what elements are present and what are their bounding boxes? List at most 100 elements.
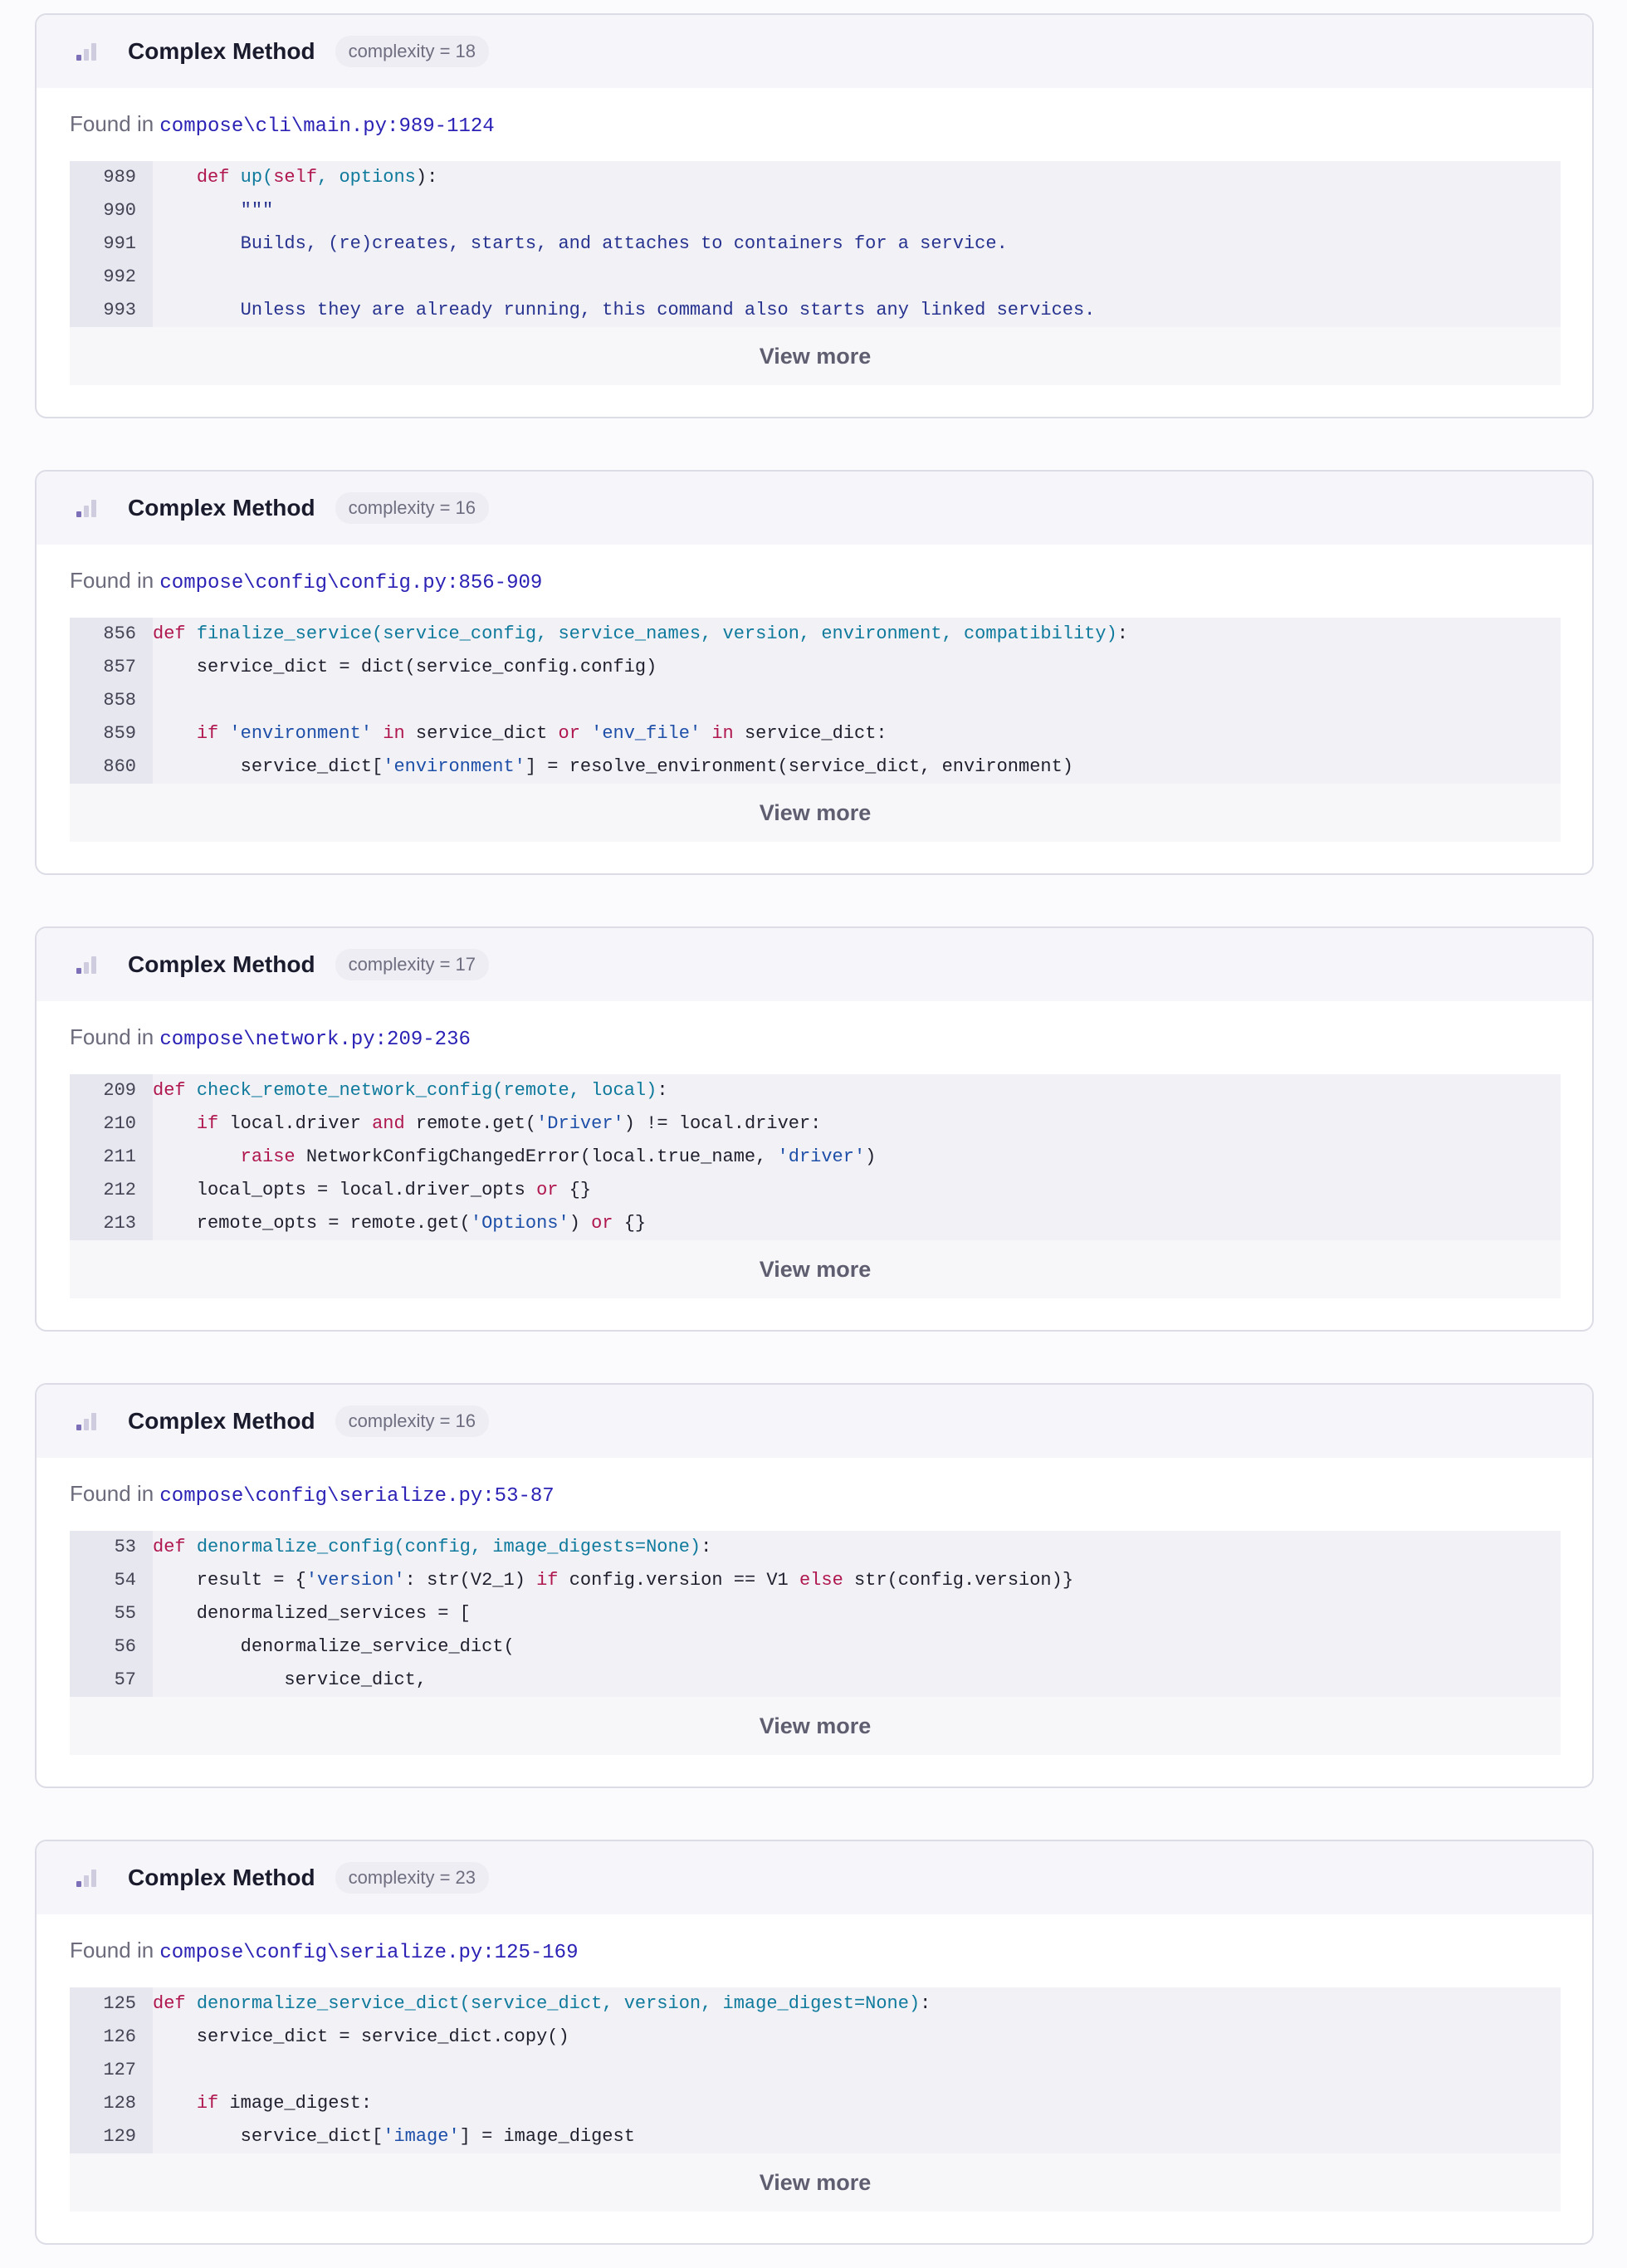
- code-token: :: [701, 1537, 712, 1557]
- severity-bars-icon: [76, 1869, 98, 1887]
- line-number: 858: [103, 690, 136, 711]
- line-number: 57: [114, 1669, 136, 1690]
- code-token: if: [196, 1113, 219, 1134]
- code-token: raise: [240, 1146, 296, 1167]
- code-line: 128 if image_digest:: [70, 2087, 1561, 2120]
- code-token: ] = resolve_environment(service_dict, en…: [525, 756, 1073, 777]
- file-location-link[interactable]: compose\config\serialize.py:125-169: [159, 1942, 578, 1964]
- code-token: config.version == V1: [558, 1570, 799, 1591]
- code-text: if 'environment' in service_dict or 'env…: [153, 717, 887, 750]
- code-token: denormalized_services = [: [153, 1603, 471, 1624]
- code-text: service_dict['image'] = image_digest: [153, 2120, 635, 2153]
- code-text: local_opts = local.driver_opts or {}: [153, 1174, 591, 1207]
- code-token: or: [536, 1180, 559, 1200]
- code-text: if local.driver and remote.get('Driver')…: [153, 1107, 822, 1141]
- code-token: in: [383, 723, 405, 744]
- view-more-button[interactable]: View more: [70, 327, 1561, 385]
- found-in-text: Found in compose\config\config.py:856-90…: [70, 568, 542, 594]
- complexity-badge: complexity = 18: [335, 36, 490, 67]
- found-in-label: Found in: [70, 568, 160, 593]
- code-token: 'Options': [470, 1213, 569, 1234]
- line-number: 859: [103, 723, 136, 744]
- code-line: 211 raise NetworkConfigChangedError(loca…: [70, 1141, 1561, 1174]
- line-number: 856: [103, 623, 136, 644]
- code-text: service_dict = dict(service_config.confi…: [153, 651, 657, 684]
- file-location-link[interactable]: compose\config\config.py:856-909: [159, 572, 542, 594]
- code-token: ] = image_digest: [459, 2126, 635, 2147]
- code-token: image_digest:: [218, 2093, 373, 2114]
- issue-header: Complex Method complexity = 18: [37, 15, 1592, 88]
- code-snippet: 856 def finalize_service(service_config, …: [70, 618, 1561, 784]
- code-token: or: [558, 723, 580, 744]
- code-token: def: [196, 167, 230, 188]
- line-number: 211: [103, 1146, 136, 1167]
- issue-card: Complex Method complexity = 23 Found in …: [35, 1840, 1594, 2245]
- issue-title: Complex Method: [128, 1865, 315, 1890]
- code-token: denormalize_service_dict(service_dict, v…: [196, 1993, 921, 2014]
- code-token: 'version': [305, 1570, 405, 1591]
- severity-bars-icon: [76, 499, 98, 517]
- code-token: {}: [613, 1213, 647, 1234]
- code-snippet: 53 def denormalize_config(config, image_d…: [70, 1531, 1561, 1697]
- code-token: denormalize_config(config, image_digests…: [196, 1537, 701, 1557]
- code-line: 859 if 'environment' in service_dict or …: [70, 717, 1561, 750]
- view-more-button[interactable]: View more: [70, 2153, 1561, 2212]
- view-more-button[interactable]: View more: [70, 1697, 1561, 1755]
- found-in-text: Found in compose\config\serialize.py:53-…: [70, 1481, 555, 1508]
- code-token: service_dict = service_dict.copy(): [153, 2026, 569, 2047]
- code-text: denormalized_services = [: [153, 1597, 471, 1630]
- issue-header: Complex Method complexity = 23: [37, 1841, 1592, 1914]
- line-number: 993: [103, 300, 136, 320]
- issue-title: Complex Method: [128, 951, 315, 977]
- complexity-badge: complexity = 16: [335, 492, 490, 524]
- complexity-badge: complexity = 16: [335, 1405, 490, 1437]
- line-number: 989: [103, 167, 136, 188]
- code-line: 989 def up(self, options):: [70, 161, 1561, 194]
- code-token: :: [1116, 623, 1128, 644]
- code-token: ) != local.driver:: [623, 1113, 822, 1134]
- code-snippet: 989 def up(self, options): 990 """ 991 Bui…: [70, 161, 1561, 327]
- code-token: {}: [558, 1180, 592, 1200]
- line-number: 127: [103, 2060, 136, 2080]
- code-snippet: 209 def check_remote_network_config(remot…: [70, 1074, 1561, 1240]
- found-in-text: Found in compose\network.py:209-236: [70, 1024, 471, 1051]
- line-number: 125: [103, 1993, 136, 2014]
- complexity-badge: complexity = 23: [335, 1862, 490, 1894]
- file-location-link[interactable]: compose\cli\main.py:989-1124: [159, 115, 494, 138]
- line-number: 128: [103, 2093, 136, 2114]
- severity-bars-icon: [76, 1412, 98, 1430]
- view-more-button[interactable]: View more: [70, 784, 1561, 842]
- line-number: 991: [103, 233, 136, 254]
- code-line: 856 def finalize_service(service_config, …: [70, 618, 1561, 651]
- code-token: 'image': [383, 2126, 460, 2147]
- code-token: else: [799, 1570, 843, 1591]
- code-line: 990 """: [70, 194, 1561, 227]
- code-text: result = {'version': str(V2_1) if config…: [153, 1564, 1073, 1597]
- code-token: denormalize_service_dict(: [153, 1636, 515, 1657]
- file-location-link[interactable]: compose\network.py:209-236: [159, 1029, 470, 1051]
- issue-header: Complex Method complexity = 17: [37, 928, 1592, 1001]
- issue-header: Complex Method complexity = 16: [37, 1385, 1592, 1458]
- code-line: 992: [70, 261, 1561, 294]
- code-token: service_dict,: [153, 1669, 428, 1690]
- view-more-button[interactable]: View more: [70, 1240, 1561, 1298]
- code-token: 'env_file': [591, 723, 701, 744]
- line-number: 126: [103, 2026, 136, 2047]
- line-number: 129: [103, 2126, 136, 2147]
- code-token: ): [569, 1213, 592, 1234]
- code-token: in: [711, 723, 734, 744]
- code-text: raise NetworkConfigChangedError(local.tr…: [153, 1141, 877, 1174]
- code-line: 56 denormalize_service_dict(: [70, 1630, 1561, 1664]
- code-token: and: [372, 1113, 405, 1134]
- line-number: 53: [114, 1537, 136, 1557]
- line-number: 55: [114, 1603, 136, 1624]
- code-token: service_dict = dict(service_config.confi…: [153, 657, 657, 677]
- file-location-link[interactable]: compose\config\serialize.py:53-87: [159, 1485, 554, 1508]
- code-text: if image_digest:: [153, 2087, 372, 2120]
